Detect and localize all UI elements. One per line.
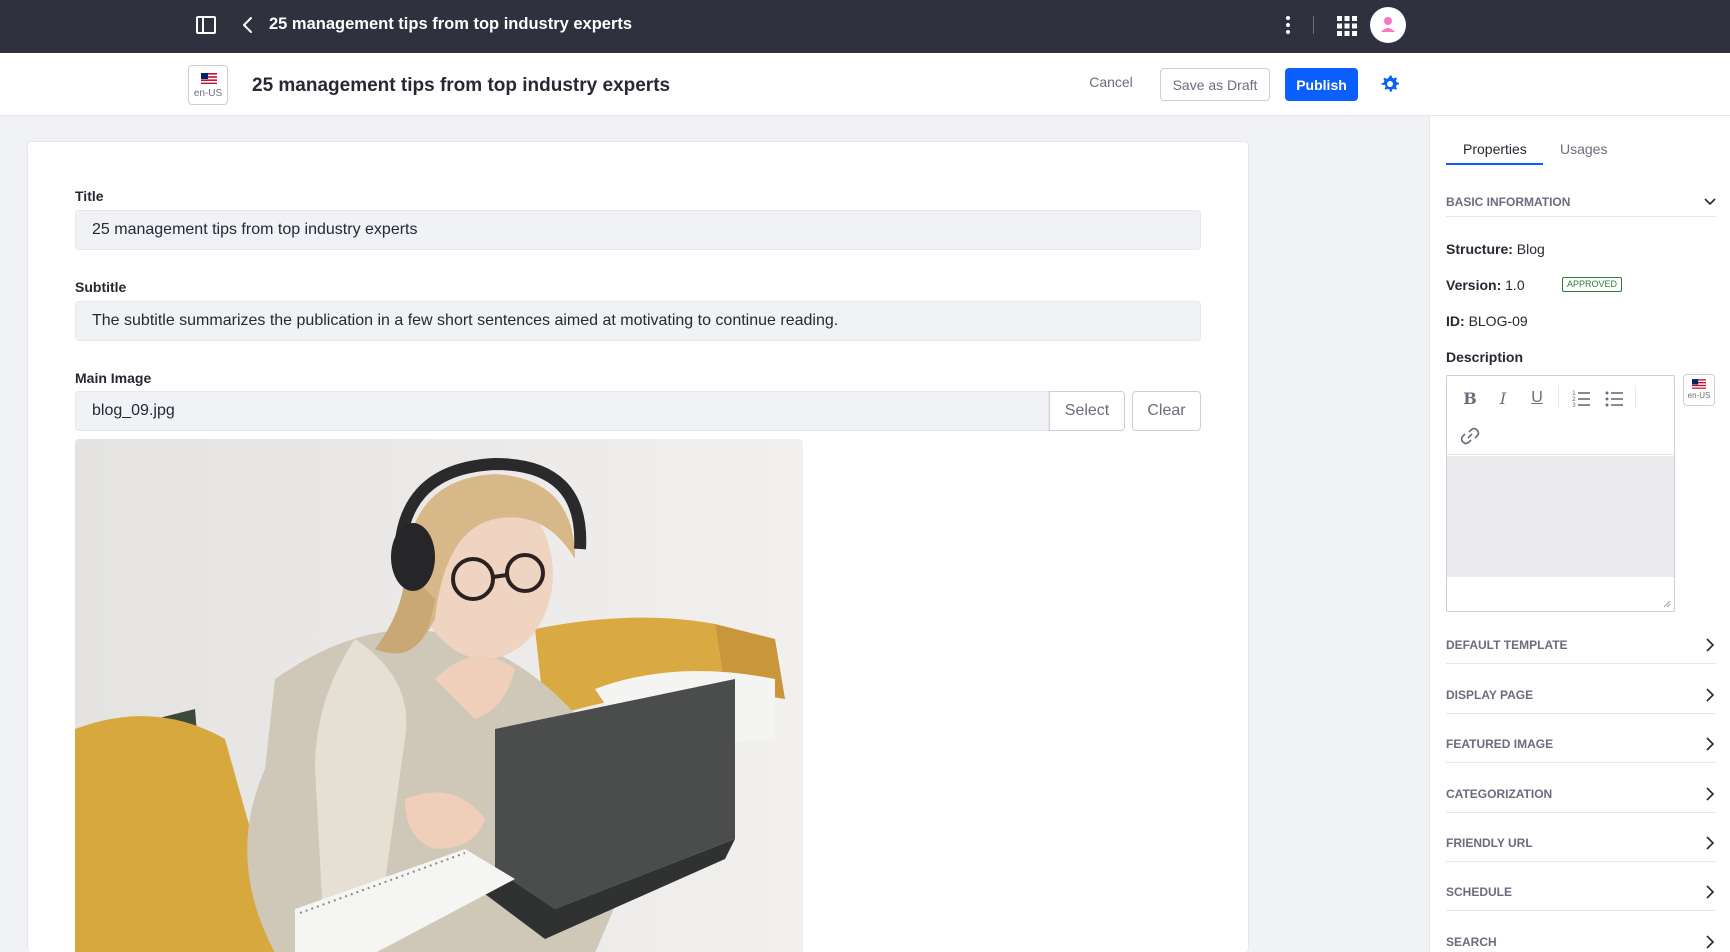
active-tab-indicator — [1446, 163, 1543, 165]
title-input[interactable]: 25 management tips from top industry exp… — [75, 210, 1201, 250]
cancel-button[interactable]: Cancel — [1080, 65, 1142, 99]
section-search[interactable]: SEARCH — [1446, 935, 1716, 952]
section-friendly-url[interactable]: FRIENDLY URL — [1446, 836, 1716, 862]
clear-image-button[interactable]: Clear — [1132, 391, 1201, 431]
language-selector[interactable]: en-US — [188, 65, 228, 105]
structure-value: Blog — [1516, 241, 1545, 257]
us-flag-icon — [201, 73, 217, 84]
topbar-divider — [1313, 16, 1314, 34]
underline-icon[interactable]: U — [1527, 388, 1547, 408]
chevron-right-icon — [1706, 787, 1715, 801]
section-label: CATEGORIZATION — [1446, 787, 1553, 801]
description-textarea[interactable] — [1447, 456, 1674, 577]
user-avatar-icon — [1381, 17, 1395, 32]
editor-header: en-US 25 management tips from top indust… — [0, 53, 1730, 116]
bold-icon[interactable]: B — [1460, 388, 1480, 408]
structure-row: Structure: Blog — [1446, 241, 1545, 257]
apps-grid-icon[interactable] — [1336, 15, 1358, 37]
save-as-draft-button[interactable]: Save as Draft — [1160, 68, 1270, 101]
version-row: Version: 1.0 — [1446, 277, 1525, 293]
chevron-right-icon — [1706, 737, 1715, 751]
toolbar-divider — [1558, 386, 1559, 408]
svg-text:3: 3 — [1572, 402, 1576, 408]
version-value: 1.0 — [1505, 277, 1525, 293]
topbar-title: 25 management tips from top industry exp… — [269, 15, 633, 33]
section-featured-image[interactable]: FEATURED IMAGE — [1446, 737, 1716, 763]
section-default-template[interactable]: DEFAULT TEMPLATE — [1446, 638, 1716, 664]
chevron-right-icon — [1706, 688, 1715, 702]
user-avatar[interactable] — [1370, 7, 1406, 43]
section-label: SCHEDULE — [1446, 885, 1513, 899]
chevron-right-icon — [1706, 836, 1715, 850]
top-navigation-bar: 25 management tips from top industry exp… — [0, 0, 1730, 53]
kebab-icon[interactable] — [1283, 14, 1293, 36]
section-label: DEFAULT TEMPLATE — [1446, 638, 1568, 652]
editor-toolbar: B I U 1 2 3 — [1447, 376, 1674, 455]
bulleted-list-icon[interactable] — [1604, 388, 1624, 408]
title-label: Title — [75, 188, 104, 204]
select-image-button[interactable]: Select — [1049, 391, 1125, 431]
section-label: FRIENDLY URL — [1446, 836, 1533, 850]
id-key: ID: — [1446, 313, 1465, 329]
main-image-preview — [75, 439, 803, 952]
subtitle-input[interactable]: The subtitle summarizes the publication … — [75, 301, 1201, 341]
section-categorization[interactable]: CATEGORIZATION — [1446, 787, 1716, 813]
page-title: 25 management tips from top industry exp… — [252, 75, 671, 96]
section-label: DISPLAY PAGE — [1446, 688, 1534, 702]
language-code: en-US — [193, 88, 223, 99]
description-language-selector[interactable]: en-US — [1683, 374, 1715, 406]
us-flag-icon — [1692, 379, 1706, 389]
section-label: FEATURED IMAGE — [1446, 737, 1554, 751]
toolbar-divider — [1635, 386, 1636, 408]
chevron-right-icon — [1706, 935, 1715, 949]
section-schedule[interactable]: SCHEDULE — [1446, 885, 1716, 911]
chevron-down-icon — [1704, 198, 1716, 206]
woman-with-laptop-illustration — [75, 439, 803, 952]
content-form-card: Title 25 management tips from top indust… — [27, 141, 1249, 952]
id-row: ID: BLOG-09 — [1446, 313, 1528, 329]
chevron-right-icon — [1706, 638, 1715, 652]
chevron-right-icon — [1706, 885, 1715, 899]
structure-key: Structure: — [1446, 241, 1513, 257]
description-label: Description — [1446, 349, 1524, 365]
sidebar-toggle-icon[interactable] — [196, 16, 216, 34]
description-language-code: en-US — [1687, 391, 1711, 400]
italic-icon[interactable]: I — [1493, 388, 1513, 408]
description-editor[interactable]: B I U 1 2 3 — [1446, 375, 1675, 612]
subtitle-label: Subtitle — [75, 279, 127, 295]
gear-icon[interactable] — [1380, 74, 1400, 94]
status-badge: APPROVED — [1562, 277, 1623, 292]
back-chevron-icon[interactable] — [238, 14, 258, 36]
numbered-list-icon[interactable]: 1 2 3 — [1571, 388, 1591, 408]
tab-properties[interactable]: Properties — [1463, 141, 1527, 165]
basic-information-heading: BASIC INFORMATION — [1446, 195, 1571, 209]
resize-handle-icon[interactable] — [1663, 600, 1671, 608]
main-image-filename: blog_09.jpg — [75, 391, 1049, 431]
properties-sidebar: Properties Usages BASIC INFORMATION Stru… — [1429, 116, 1730, 952]
section-label: SEARCH — [1446, 935, 1497, 949]
id-value: BLOG-09 — [1468, 313, 1528, 329]
link-icon[interactable] — [1460, 426, 1480, 446]
main-image-label: Main Image — [75, 370, 152, 386]
publish-button[interactable]: Publish — [1285, 68, 1358, 101]
version-key: Version: — [1446, 277, 1502, 293]
basic-information-section[interactable]: BASIC INFORMATION — [1446, 195, 1716, 217]
section-display-page[interactable]: DISPLAY PAGE — [1446, 688, 1716, 714]
tab-usages[interactable]: Usages — [1560, 141, 1607, 165]
